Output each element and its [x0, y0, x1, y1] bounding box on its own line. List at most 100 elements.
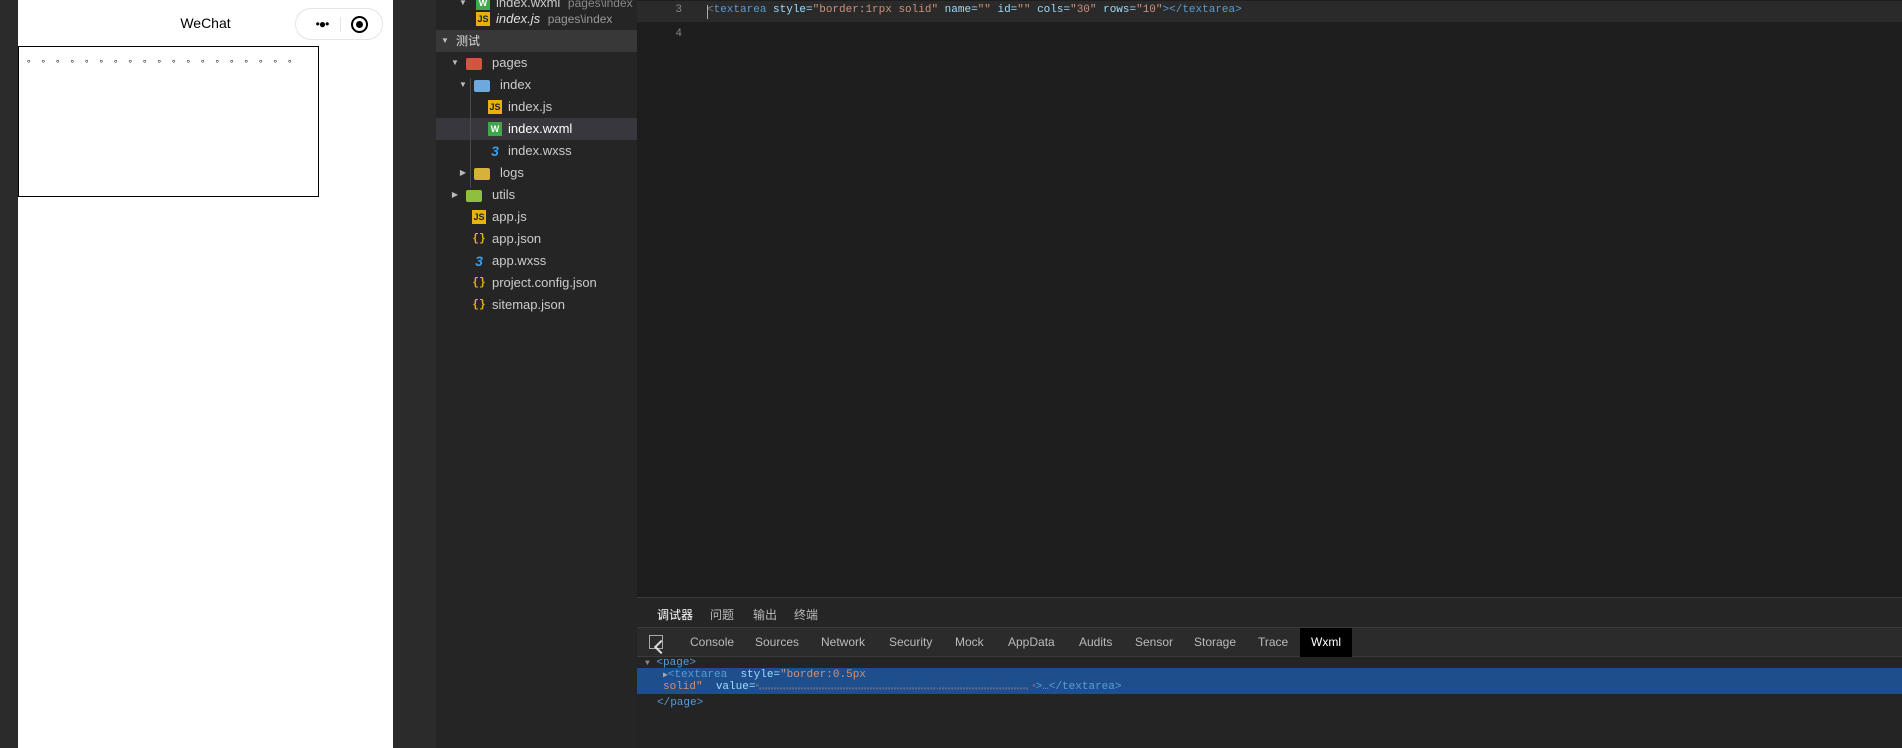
code-line[interactable]: <textarea style="border:1rpx solid" name… — [707, 4, 1242, 16]
wxml-tree: ▼ <page> ▶<textarea style="border:0.5px … — [637, 657, 1902, 748]
json-file-icon: {} — [472, 233, 486, 245]
tree-item-label: app.json — [492, 231, 542, 246]
tree-item-label: index — [500, 77, 532, 92]
code-token: cols= — [1030, 4, 1071, 16]
devtools-tab-bar: Console Sources Network Security Mock Ap… — [637, 627, 1902, 657]
tree-item-label: sitemap.json — [492, 297, 565, 312]
file-explorer: ▼ W index.wxml pages\index JS index.js p… — [436, 0, 637, 748]
simulator-panel: WeChat •●• 。。。。。。。。。。。。。。。。。。。 — [0, 0, 436, 748]
code-editor[interactable]: 3 4 <textarea style="border:1rpx solid" … — [637, 0, 1902, 597]
code-token: "30" — [1070, 4, 1097, 16]
wxml-node-textarea[interactable]: ▶<textarea style="border:0.5px — [663, 669, 866, 681]
code-token: "" — [977, 4, 991, 16]
code-token: textarea — [713, 4, 767, 16]
tree-item-app-js[interactable]: JS app.js — [436, 206, 637, 228]
chevron-down-icon: ▼ — [451, 58, 459, 67]
folder-icon — [466, 58, 482, 70]
tab-security[interactable]: Security — [883, 628, 938, 657]
code-token: name= — [938, 4, 978, 16]
tree-item-label: index.wxss — [508, 143, 572, 158]
simulator-right-margin — [393, 0, 436, 748]
json-file-icon: {} — [472, 277, 486, 289]
inspect-element-icon[interactable] — [649, 635, 663, 649]
tab-appdata[interactable]: AppData — [1002, 628, 1061, 657]
code-token: "" — [1017, 4, 1031, 16]
tree-item-index-folder[interactable]: ▼ index — [436, 74, 637, 96]
tree-item-project-config[interactable]: {} project.config.json — [436, 272, 637, 294]
folder-icon — [466, 190, 482, 202]
simulator-left-margin — [0, 0, 18, 748]
code-token: style= — [766, 4, 813, 16]
chevron-down-icon: ▼ — [441, 36, 449, 45]
tab-audits[interactable]: Audits — [1073, 628, 1118, 657]
tab-debugger[interactable]: 调试器 — [657, 606, 694, 629]
chevron-down-icon: ▼ — [459, 80, 467, 89]
chevron-down-icon: ▼ — [645, 659, 650, 668]
tab-problems[interactable]: 问题 — [710, 606, 734, 623]
tree-item-sitemap[interactable]: {} sitemap.json — [436, 294, 637, 316]
tree-item-index-wxml[interactable]: W index.wxml — [436, 118, 637, 140]
preview-textarea-content: 。。。。。。。。。。。。。。。。。。。 — [27, 54, 308, 64]
project-name: 测试 — [456, 34, 481, 48]
wxml-tag: <textarea — [667, 669, 728, 681]
text-cursor — [707, 5, 708, 19]
tree-item-logs[interactable]: ▶ logs — [436, 162, 637, 184]
tree-item-app-wxss[interactable]: 3 app.wxss — [436, 250, 637, 272]
js-file-icon: JS — [472, 210, 486, 224]
wxss-file-icon: 3 — [491, 143, 499, 159]
json-file-icon: {} — [472, 299, 486, 311]
wxml-attr: style= — [733, 669, 781, 681]
tab-output[interactable]: 输出 — [753, 606, 777, 623]
more-icon[interactable]: •●• — [308, 16, 336, 32]
tab-console[interactable]: Console — [684, 628, 740, 657]
line-number: 4 — [675, 28, 682, 40]
tab-wxml[interactable]: Wxml — [1300, 628, 1352, 657]
phone-screen: WeChat •●• 。。。。。。。。。。。。。。。。。。。 — [18, 0, 393, 748]
menu-capsule: •●• — [295, 8, 383, 40]
folder-open-icon — [474, 80, 490, 92]
tab-storage[interactable]: Storage — [1188, 628, 1242, 657]
tab-mock[interactable]: Mock — [949, 628, 990, 657]
js-file-icon: JS — [488, 100, 502, 114]
tab-sensor[interactable]: Sensor — [1129, 628, 1179, 657]
tree-item-app-json[interactable]: {} app.json — [436, 228, 637, 250]
wxml-node-textarea-cont: solid" value="。。。。。。。。。。。。。。。。。。。。。。。。。。… — [663, 681, 1898, 693]
code-token: "10" — [1136, 4, 1163, 16]
tree-item-label: project.config.json — [492, 275, 597, 290]
wxml-attr-value: solid" — [663, 681, 703, 693]
tree-item-index-wxss[interactable]: 3 index.wxss — [436, 140, 637, 162]
tab-trace[interactable]: Trace — [1252, 628, 1294, 657]
project-section-header[interactable]: ▼ 测试 — [436, 30, 637, 52]
tree-item-pages[interactable]: ▼ pages — [436, 52, 637, 74]
debugger-panel: 调试器 问题 输出 终端 Console Sources Network Sec… — [637, 597, 1902, 748]
wxml-tag: >…</textarea> — [1035, 681, 1122, 693]
wxss-file-icon: 3 — [475, 253, 483, 269]
tree-item-index-js[interactable]: JS index.js — [436, 96, 637, 118]
chevron-right-icon: ▶ — [451, 190, 459, 199]
code-token: id= — [990, 4, 1018, 16]
tab-sources[interactable]: Sources — [749, 628, 805, 657]
tree-item-label: pages — [492, 55, 528, 70]
open-editor-item[interactable]: JS index.js pages\index — [436, 8, 637, 30]
js-file-icon: JS — [476, 12, 490, 26]
tree-item-label: logs — [500, 165, 524, 180]
close-miniprogram-icon[interactable] — [351, 16, 368, 33]
tab-terminal[interactable]: 终端 — [794, 606, 818, 623]
folder-icon — [474, 168, 490, 180]
panel-tab-bar: 调试器 问题 输出 终端 — [637, 597, 1902, 629]
code-token: "border:1rpx solid" — [812, 4, 939, 16]
wxml-node-page[interactable]: ▼ <page> — [645, 657, 696, 669]
code-token: rows= — [1096, 4, 1137, 16]
tab-network[interactable]: Network — [815, 628, 871, 657]
wxml-tag: </page> — [657, 697, 704, 709]
capsule-divider — [340, 17, 341, 32]
line-number: 3 — [675, 4, 682, 16]
tree-item-label: app.wxss — [492, 253, 547, 268]
wxml-attr: value= — [709, 681, 756, 693]
tree-item-utils[interactable]: ▶ utils — [436, 184, 637, 206]
wxml-attr-value: "。。。。。。。。。。。。。。。。。。。。。。。。。。。。。。。。。。。。。。。… — [755, 684, 1036, 691]
wxml-file-icon: W — [488, 122, 502, 136]
tree-item-label: app.js — [492, 209, 527, 224]
chevron-right-icon: ▶ — [459, 168, 467, 177]
preview-textarea[interactable]: 。。。。。。。。。。。。。。。。。。。 — [18, 46, 319, 197]
